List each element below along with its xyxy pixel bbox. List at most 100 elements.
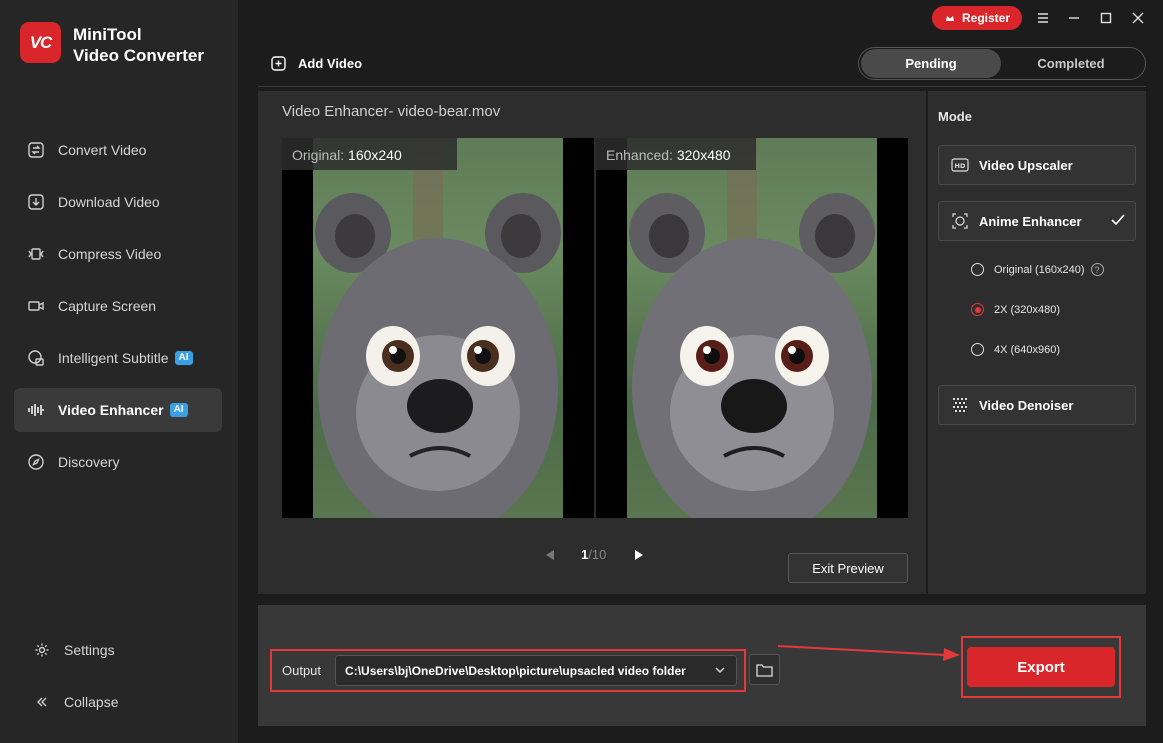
output-label: Output	[282, 663, 322, 678]
page-total: /10	[588, 547, 607, 562]
hd-icon: HD	[951, 156, 969, 174]
option-2x[interactable]: 2X (320x480)	[971, 303, 1060, 316]
enhanced-video: Enhanced: 320x480	[596, 138, 908, 518]
register-label: Register	[961, 11, 1011, 25]
option-label: Original (160x240)	[994, 263, 1085, 276]
enhanced-resolution: 320x480	[676, 147, 731, 163]
help-icon[interactable]: ?	[1090, 263, 1104, 276]
original-prefix: Original:	[292, 147, 345, 163]
maximize-icon	[1100, 12, 1112, 24]
add-icon	[271, 56, 286, 71]
check-icon	[1111, 214, 1125, 226]
sidebar-item-intelligent-subtitle[interactable]: Intelligent Subtitle AI	[14, 336, 222, 380]
original-label: Original: 160x240	[282, 138, 457, 170]
next-page-button[interactable]	[634, 549, 644, 561]
download-icon	[26, 192, 46, 212]
minimize-button[interactable]	[1064, 8, 1084, 28]
menu-button[interactable]	[1033, 8, 1053, 28]
sidebar-item-label: Download Video	[58, 194, 160, 210]
preview-pager: 1 /10	[545, 547, 644, 562]
sidebar-item-label: Discovery	[58, 454, 120, 470]
compass-icon	[26, 452, 46, 472]
video-upscaler-label: Video Upscaler	[979, 157, 1073, 173]
register-icon	[944, 12, 956, 24]
sidebar-item-label: Video Enhancer	[58, 402, 164, 418]
app-title-line2: Video Converter	[73, 46, 205, 65]
export-section: Export	[961, 636, 1121, 698]
sidebar-item-video-enhancer[interactable]: Video Enhancer AI	[14, 388, 222, 432]
app-title: MiniTool Video Converter	[73, 24, 204, 66]
ai-badge: AI	[174, 351, 193, 365]
subtitle-icon	[26, 348, 46, 368]
mode-title: Mode	[938, 109, 972, 124]
exit-preview-button[interactable]: Exit Preview	[788, 553, 908, 583]
sidebar-item-capture-screen[interactable]: Capture Screen	[14, 284, 222, 328]
sidebar-item-label: Capture Screen	[58, 298, 157, 314]
minimize-icon	[1069, 17, 1079, 19]
sidebar: VC MiniTool Video Converter Convert Vide…	[0, 0, 238, 743]
app-logo: VC	[20, 22, 61, 63]
preview-title: Video Enhancer- video-bear.mov	[282, 103, 501, 120]
folder-icon	[756, 663, 773, 677]
video-denoiser-button[interactable]: Video Denoiser	[938, 385, 1136, 425]
option-label: 2X (320x480)	[994, 303, 1061, 316]
sidebar-item-convert-video[interactable]: Convert Video	[14, 128, 222, 172]
anime-enhancer-button[interactable]: Anime Enhancer	[938, 201, 1136, 241]
settings-label: Settings	[64, 642, 115, 658]
double-chevron-left-icon	[32, 692, 52, 712]
sidebar-item-label: Intelligent Subtitle	[58, 350, 169, 366]
output-section: Output C:\Users\bj\OneDrive\Desktop\pict…	[270, 649, 746, 692]
gear-icon	[32, 640, 52, 660]
sidebar-nav: Convert Video Download Video Compress Vi…	[14, 128, 222, 492]
page-current: 1	[581, 547, 589, 562]
divider	[258, 86, 1146, 87]
original-resolution: 160x240	[348, 147, 402, 163]
option-original[interactable]: Original (160x240) ?	[971, 263, 1104, 276]
camera-icon	[26, 296, 46, 316]
tab-pending[interactable]: Pending	[861, 49, 1001, 78]
status-tabs: Pending Completed	[858, 47, 1146, 80]
original-video: Original: 160x240	[282, 138, 594, 518]
video-upscaler-button[interactable]: HD Video Upscaler	[938, 145, 1136, 185]
radio-button[interactable]	[971, 263, 984, 276]
sidebar-item-label: Compress Video	[58, 246, 162, 262]
compress-icon	[26, 244, 46, 264]
add-video-button[interactable]: Add Video	[271, 56, 362, 71]
sidebar-item-discovery[interactable]: Discovery	[14, 440, 222, 484]
export-button[interactable]: Export	[967, 647, 1115, 687]
output-bar: Output C:\Users\bj\OneDrive\Desktop\pict…	[258, 605, 1146, 726]
svg-text:HD: HD	[955, 162, 966, 170]
register-button[interactable]: Register	[932, 6, 1022, 30]
triangle-right-icon	[635, 549, 644, 560]
browse-folder-button[interactable]	[749, 654, 780, 685]
hamburger-icon	[1038, 13, 1048, 23]
sidebar-item-label: Convert Video	[58, 142, 147, 158]
anime-enhancer-label: Anime Enhancer	[979, 213, 1082, 229]
preview-panel: Video Enhancer- video-bear.mov Original:…	[258, 91, 926, 594]
maximize-button[interactable]	[1096, 8, 1116, 28]
sidebar-item-compress-video[interactable]: Compress Video	[14, 232, 222, 276]
convert-icon	[26, 140, 46, 160]
tab-completed[interactable]: Completed	[1001, 49, 1141, 78]
settings-button[interactable]: Settings	[32, 640, 212, 660]
bear-image-enhanced	[627, 138, 877, 518]
denoise-icon	[951, 396, 969, 414]
arrow-annotation	[778, 645, 960, 661]
output-path-select[interactable]: C:\Users\bj\OneDrive\Desktop\picture\ups…	[335, 655, 738, 686]
ai-badge: AI	[169, 403, 188, 417]
bear-image-original	[313, 138, 563, 518]
collapse-button[interactable]: Collapse	[32, 692, 212, 712]
option-4x[interactable]: 4X (640x960)	[971, 343, 1060, 356]
close-icon	[1132, 12, 1144, 24]
mode-panel: Mode HD Video Upscaler Anime Enhancer Or…	[928, 91, 1146, 594]
output-path: C:\Users\bj\OneDrive\Desktop\picture\ups…	[345, 663, 686, 678]
waveform-icon	[26, 400, 46, 420]
enhanced-label: Enhanced: 320x480	[596, 138, 756, 170]
add-video-label: Add Video	[298, 56, 363, 71]
close-button[interactable]	[1128, 8, 1148, 28]
prev-page-button[interactable]	[545, 549, 555, 561]
sidebar-item-download-video[interactable]: Download Video	[14, 180, 222, 224]
radio-button[interactable]	[971, 343, 984, 356]
radio-button-selected[interactable]	[971, 303, 984, 316]
collapse-label: Collapse	[64, 694, 119, 710]
